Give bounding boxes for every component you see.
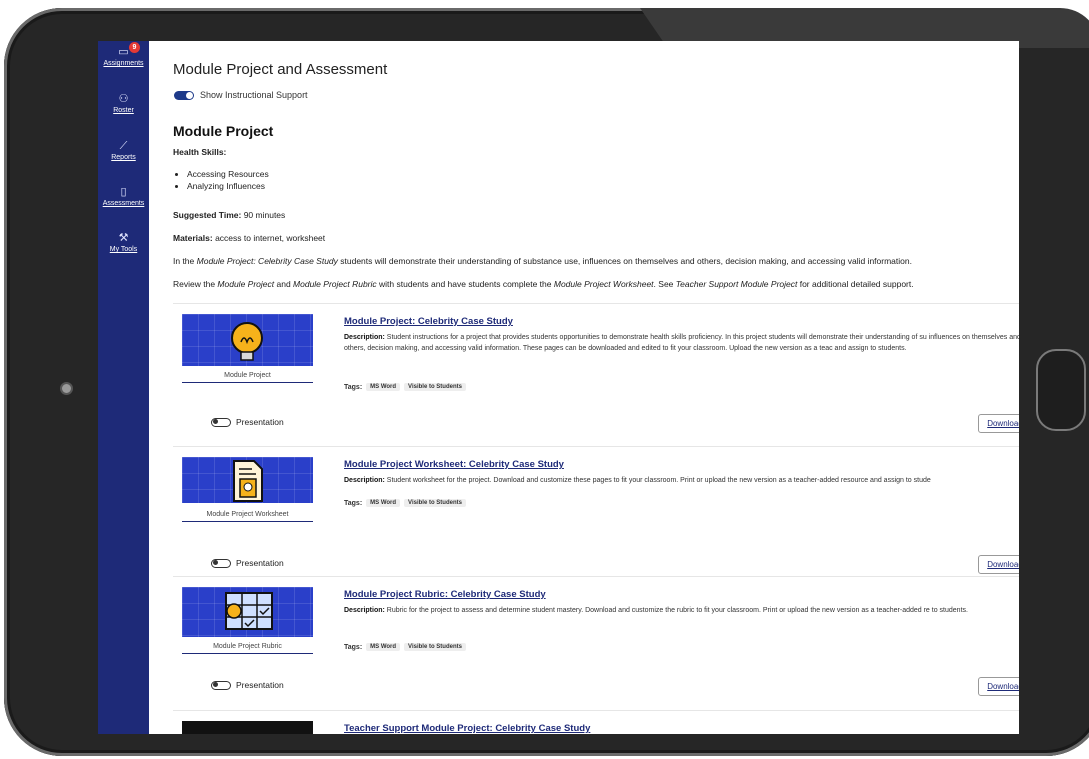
assignments-icon: ▭: [118, 46, 129, 58]
thumbnail-caption: Module Project: [182, 372, 313, 383]
presentation-label: Presentation: [236, 680, 284, 690]
resource-description: Description: Rubric for the project to a…: [344, 607, 968, 614]
toggle-switch[interactable]: [174, 90, 194, 100]
tag-badge: Visible to Students: [404, 383, 466, 391]
sidebar-item-my-tools[interactable]: ⚒ My Tools: [98, 232, 149, 253]
sidebar-item-roster[interactable]: ⚇ Roster: [98, 93, 149, 114]
sidebar-item-label: My Tools: [109, 246, 138, 253]
sidebar-item-assignments[interactable]: ▭ 9 Assignments: [98, 42, 149, 67]
toggle-switch[interactable]: [211, 680, 231, 690]
resource-tags: Tags: MS Word Visible to Students: [344, 383, 466, 391]
rubric-icon: [225, 592, 273, 630]
tag-badge: Visible to Students: [404, 499, 466, 507]
download-button[interactable]: Download: [978, 677, 1019, 696]
resource-tags: Tags: MS Word Visible to Students: [344, 499, 466, 507]
sidebar-item-assessments[interactable]: ▯ Assessments: [98, 186, 149, 207]
download-button[interactable]: Download: [978, 414, 1019, 433]
instructional-support-toggle[interactable]: Show Instructional Support: [174, 90, 308, 100]
intro-paragraph: In the Module Project: Celebrity Case St…: [173, 256, 912, 266]
list-item: Analyzing Influences: [187, 180, 269, 192]
tools-icon: ⚒: [118, 232, 129, 244]
tag-badge: MS Word: [366, 643, 401, 651]
camera-lens: [60, 382, 73, 395]
toggle-switch[interactable]: [211, 417, 231, 427]
home-button[interactable]: [1036, 349, 1086, 431]
worksheet-icon: [233, 460, 263, 502]
screen: ▭ 9 Assignments ⚇ Roster ⟋ Reports ▯ Ass…: [98, 41, 1019, 734]
resource-tags: Tags: MS Word Visible to Students: [344, 643, 466, 651]
section-title: Module Project: [173, 123, 274, 139]
resource-thumbnail[interactable]: [182, 314, 313, 366]
resource-title-link[interactable]: Teacher Support Module Project: Celebrit…: [344, 723, 590, 734]
tag-badge: Visible to Students: [404, 643, 466, 651]
review-paragraph: Review the Module Project and Module Pro…: [173, 279, 914, 289]
sidebar-item-label: Roster: [113, 107, 134, 114]
main-content: Module Project and Assessment Show Instr…: [149, 41, 1019, 734]
resource-description: Description: Student worksheet for the p…: [344, 477, 931, 484]
sidebar-item-label: Assignments: [103, 60, 144, 67]
health-skills-label: Health Skills:: [173, 147, 227, 157]
resource-card: Module Project Rubric Module Project Rub…: [173, 576, 1019, 711]
presentation-label: Presentation: [236, 417, 284, 427]
reports-icon: ⟋: [119, 140, 128, 152]
thumbnail-caption: Module Project Worksheet: [182, 511, 313, 522]
resource-card: Module Project Module Project: Celebrity…: [173, 303, 1019, 438]
materials: Materials: access to internet, worksheet: [173, 233, 326, 243]
sidebar-item-reports[interactable]: ⟋ Reports: [98, 140, 149, 161]
list-item: Accessing Resources: [187, 168, 269, 180]
presentation-toggle[interactable]: Presentation: [211, 680, 284, 690]
tag-badge: MS Word: [366, 499, 401, 507]
presentation-toggle[interactable]: Presentation: [211, 558, 284, 568]
presentation-toggle[interactable]: Presentation: [211, 417, 284, 427]
toggle-switch[interactable]: [211, 558, 231, 568]
resource-description: Description: Student instructions for a …: [344, 334, 1019, 352]
thumbnail-caption: Module Project Rubric: [182, 643, 313, 654]
notification-badge: 9: [129, 42, 140, 53]
resource-title-link[interactable]: Module Project Worksheet: Celebrity Case…: [344, 459, 564, 470]
resource-card: Module Project Worksheet Module Project …: [173, 446, 1019, 581]
lightbulb-icon: [231, 322, 263, 361]
roster-icon: ⚇: [118, 93, 129, 105]
resource-thumbnail[interactable]: [182, 587, 313, 637]
resource-thumbnail[interactable]: [182, 721, 313, 734]
presentation-label: Presentation: [236, 558, 284, 568]
download-button[interactable]: Download: [978, 555, 1019, 574]
sidebar-item-label: Reports: [111, 154, 136, 161]
tag-badge: MS Word: [366, 383, 401, 391]
page-title: Module Project and Assessment: [173, 61, 388, 78]
skills-list: Accessing Resources Analyzing Influences: [173, 168, 269, 192]
resource-thumbnail[interactable]: [182, 457, 313, 503]
assessments-icon: ▯: [120, 186, 127, 198]
resource-card: Teacher Support Module Project: Celebrit…: [173, 710, 1019, 734]
resource-title-link[interactable]: Module Project: Celebrity Case Study: [344, 316, 513, 327]
sidebar-item-label: Assessments: [102, 200, 145, 207]
toggle-label: Show Instructional Support: [200, 90, 308, 100]
suggested-time: Suggested Time: 90 minutes: [173, 210, 286, 220]
sidebar: ▭ 9 Assignments ⚇ Roster ⟋ Reports ▯ Ass…: [98, 41, 149, 734]
resource-title-link[interactable]: Module Project Rubric: Celebrity Case St…: [344, 589, 546, 600]
